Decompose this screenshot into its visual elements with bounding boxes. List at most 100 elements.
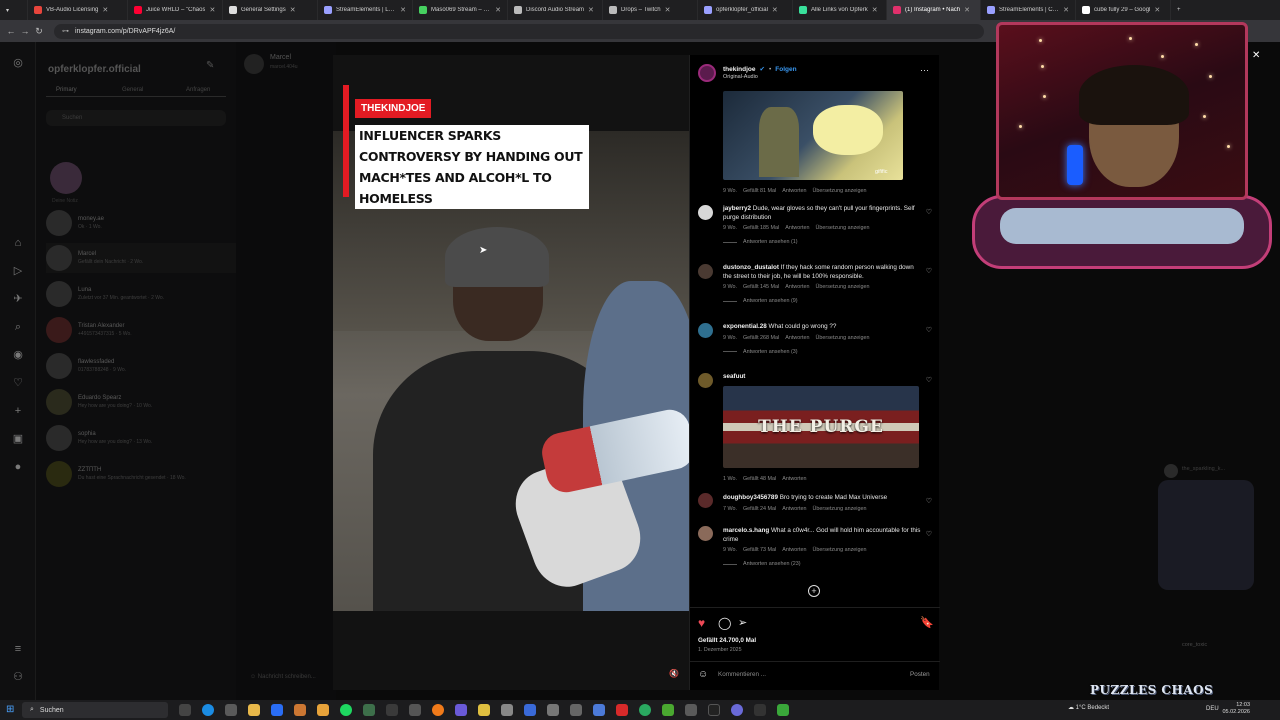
like-comment-icon[interactable]: ♡ (926, 530, 932, 538)
app-icon[interactable] (731, 704, 743, 716)
like-comment-icon[interactable]: ♡ (926, 267, 932, 275)
like-comment-icon[interactable]: ♡ (926, 326, 932, 334)
app-icon[interactable] (777, 704, 789, 716)
app-icon[interactable] (639, 704, 651, 716)
system-clock[interactable]: 12:03 05.02.2026 (1222, 702, 1250, 716)
app-icon[interactable] (662, 704, 674, 716)
dm-conversation[interactable]: flawlessfaded 01783788248 · 9 Wo. (46, 351, 236, 381)
tab-menu-icon[interactable]: ▾ (0, 0, 28, 20)
dm-conversation[interactable]: ZZTПТН Du hast eine Sprachnachricht gesen… (46, 459, 236, 489)
tab-streamelements-2[interactable]: StreamElements | Con ✕ (981, 0, 1076, 20)
purge-gif[interactable]: THE PURGE (723, 386, 919, 468)
dm-conversation[interactable]: Luna Zuletzt vor 37 Min. geantwortet · 2 … (46, 279, 236, 309)
close-icon[interactable]: ✕ (1063, 6, 1069, 14)
like-comment-icon[interactable]: ♡ (926, 208, 932, 216)
close-icon[interactable]: ✕ (290, 6, 296, 14)
share-icon[interactable]: ➢ (738, 616, 747, 629)
dm-conversation[interactable]: Tristan Alexander +491573437315 · 5 Wo. (46, 315, 236, 345)
back-icon[interactable]: ← (4, 26, 18, 36)
reload-icon[interactable]: ↻ (32, 26, 46, 37)
more-icon[interactable]: ⋯ (920, 65, 929, 76)
notifications-icon[interactable]: ♡ (11, 376, 25, 390)
close-icon[interactable]: ✕ (772, 6, 778, 14)
comment-icon[interactable]: ◯ (718, 616, 731, 630)
app-icon[interactable] (225, 704, 237, 716)
close-icon[interactable]: ✕ (665, 6, 671, 14)
tab-opferklopfer[interactable]: opferklopfer_official ✕ (698, 0, 793, 20)
load-more-comments-icon[interactable]: + (808, 585, 820, 597)
avatar[interactable] (698, 493, 713, 508)
tab-general-settings[interactable]: General Settings ✕ (223, 0, 318, 20)
forward-icon[interactable]: → (18, 26, 32, 36)
explore-icon[interactable]: ◉ (11, 348, 25, 362)
like-icon[interactable]: ♥ (698, 616, 705, 630)
edge-icon[interactable] (202, 704, 214, 716)
tab-vb-audio[interactable]: VB-Audio Licensing ✕ (28, 0, 128, 20)
tab-instagram[interactable]: (1) Instagram • Nach ✕ (887, 0, 981, 20)
like-comment-icon[interactable]: ♡ (926, 376, 932, 384)
avatar[interactable] (698, 264, 713, 279)
dm-conversation[interactable]: Marcel Gefällt dein Nachricht · 2 Wo. (46, 243, 236, 273)
close-icon[interactable]: ✕ (495, 6, 501, 14)
app-icon[interactable] (524, 704, 536, 716)
avatar[interactable] (698, 323, 713, 338)
app-icon[interactable] (432, 704, 444, 716)
comment-gif[interactable]: gifific (723, 91, 903, 180)
close-icon[interactable]: ✕ (400, 6, 406, 14)
follow-button[interactable]: Folgen (775, 66, 796, 73)
view-replies-button[interactable]: Antworten ansehen (1) (723, 239, 921, 245)
create-icon[interactable]: + (11, 404, 25, 418)
steam-icon[interactable] (271, 704, 283, 716)
avatar[interactable] (698, 64, 716, 82)
close-icon[interactable]: ✕ (1154, 6, 1160, 14)
dm-conversation[interactable]: sophia Hey how are you doing? · 13 Wo. (46, 423, 236, 453)
search-icon[interactable]: ⌕ (11, 320, 25, 334)
compose-icon[interactable]: ✎ (206, 60, 214, 71)
tab-maso069[interactable]: Maso069 Stream – Wo ✕ (413, 0, 508, 20)
app-icon[interactable] (547, 704, 559, 716)
new-tab-button[interactable]: + (1171, 0, 1191, 20)
close-icon[interactable]: ✕ (1252, 50, 1260, 61)
dm-search-input[interactable]: Suchen (46, 110, 226, 126)
mute-icon[interactable]: 🔇 (669, 669, 679, 678)
taskbar-search[interactable]: ⌕ Suchen (22, 702, 168, 718)
like-comment-icon[interactable]: ♡ (926, 497, 932, 505)
language-indicator[interactable]: DEU (1206, 706, 1219, 712)
post-media[interactable]: THEKINDJOE INFLUENCER SPARKS CONTROVERSY… (333, 55, 689, 690)
url-field[interactable]: ⊶ instagram.com/p/DRvAPF4jz6A/ (54, 23, 984, 39)
dm-conversation[interactable]: Eduardo Spearz Hey how are you doing? · 1… (46, 387, 236, 417)
comment-input[interactable]: Kommentieren ... (718, 671, 766, 678)
app-icon[interactable] (409, 704, 421, 716)
app-icon[interactable] (501, 704, 513, 716)
file-explorer-icon[interactable] (248, 704, 260, 716)
app-icon[interactable] (616, 704, 628, 716)
profile-icon[interactable]: ● (11, 460, 25, 474)
messages-icon[interactable]: ✈ (11, 292, 25, 306)
app-icon[interactable] (685, 704, 697, 716)
meta-icon[interactable]: ⚇ (11, 670, 25, 684)
obs-icon[interactable] (386, 704, 398, 716)
close-icon[interactable]: ✕ (209, 6, 215, 14)
tab-cube[interactable]: cube fully 29 – Googl ✕ (1076, 0, 1171, 20)
bookmark-icon[interactable]: 🔖 (920, 616, 934, 629)
home-icon[interactable]: ⌂ (11, 236, 25, 250)
dashboard-icon[interactable]: ▣ (11, 432, 25, 446)
windows-start-icon[interactable]: ⊞ (6, 704, 14, 715)
app-icon[interactable] (570, 704, 582, 716)
menu-icon[interactable]: ≡ (11, 642, 25, 656)
avatar[interactable] (244, 54, 264, 74)
close-icon[interactable]: ✕ (964, 6, 970, 14)
chrome-icon[interactable] (363, 704, 375, 716)
tab-drops-twitch[interactable]: Drops – Twitch ✕ (603, 0, 698, 20)
app-icon[interactable] (455, 704, 467, 716)
dm-tab-primary[interactable]: Primary (56, 87, 77, 93)
view-replies-button[interactable]: Antworten ansehen (3) (723, 349, 921, 355)
task-view-icon[interactable] (179, 704, 191, 716)
emoji-icon[interactable]: ☺ (698, 669, 708, 680)
app-icon[interactable] (593, 704, 605, 716)
app-icon[interactable] (478, 704, 490, 716)
audio-label[interactable]: Original-Audio (723, 74, 758, 80)
likes-count[interactable]: Gefällt 24.700,0 Mal (698, 637, 756, 644)
close-icon[interactable]: ✕ (872, 6, 878, 14)
app-icon[interactable] (317, 704, 329, 716)
